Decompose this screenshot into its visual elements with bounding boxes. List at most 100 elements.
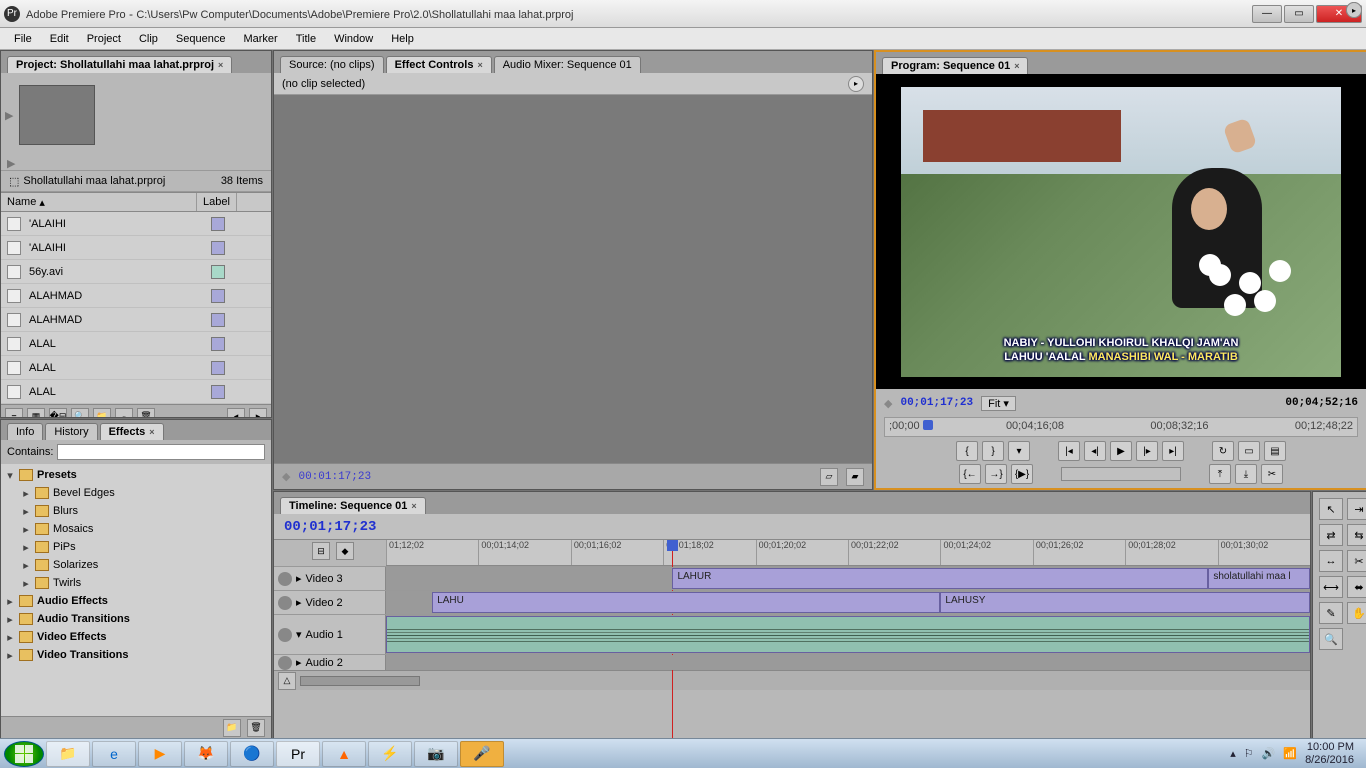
audio-mixer-tab[interactable]: Audio Mixer: Sequence 01 [494, 56, 641, 73]
tree-folder-presets[interactable]: ▾Presets [1, 466, 271, 484]
column-name[interactable]: Name▴ [1, 193, 197, 211]
tray-volume-icon[interactable]: 🔊 [1262, 747, 1276, 760]
menu-clip[interactable]: Clip [131, 31, 166, 47]
track-audio-1[interactable]: ▾Audio 1 [274, 614, 1310, 654]
go-to-in-button[interactable]: |◂ [1058, 441, 1080, 461]
tree-folder-video-effects[interactable]: ▸Video Effects [1, 628, 271, 646]
tray-network-icon[interactable]: 📶 [1283, 747, 1297, 760]
panel-menu-icon[interactable]: ▸ [1346, 2, 1362, 18]
program-video-display[interactable]: NABIY - YULLOHI KHOIRUL KHALQI JAM'AN LA… [876, 74, 1366, 389]
menu-marker[interactable]: Marker [235, 31, 285, 47]
snap-button[interactable]: ⊟ [312, 542, 330, 560]
trim-button[interactable]: ✂ [1261, 464, 1283, 484]
safe-margins-button[interactable]: ▭ [1238, 441, 1260, 461]
delete-button[interactable]: 🗑 [247, 719, 265, 737]
zoom-out-button[interactable]: ▱ [820, 468, 838, 486]
timeline-clip[interactable]: LAHUR [672, 568, 1208, 589]
go-prev-marker-button[interactable]: {← [959, 464, 981, 484]
taskbar-app[interactable]: 📷 [414, 741, 458, 767]
slip-tool[interactable]: ⟷ [1319, 576, 1343, 598]
tray-flag-icon[interactable]: ⚐ [1244, 747, 1254, 760]
timeline-tab[interactable]: Timeline: Sequence 01× [280, 497, 426, 514]
project-item-list[interactable]: 'ALAIHI 'ALAIHI 56y.avi ALAHMAD ALAHMAD … [1, 212, 271, 404]
play-button[interactable]: ▸ [249, 408, 267, 418]
ripple-edit-tool[interactable]: ⇄ [1319, 524, 1343, 546]
track-select-tool[interactable]: ⇥ [1347, 498, 1366, 520]
play-icon[interactable]: ▶ [1, 157, 271, 170]
icon-view-button[interactable]: ▦ [27, 408, 45, 418]
timeline-audio-clip[interactable] [386, 616, 1310, 653]
play-button[interactable]: ▶ [1110, 441, 1132, 461]
go-next-marker-button[interactable]: →} [985, 464, 1007, 484]
list-view-button[interactable]: ≡ [5, 408, 23, 418]
taskbar-ie[interactable]: e [92, 741, 136, 767]
rolling-edit-tool[interactable]: ⇆ [1347, 524, 1366, 546]
effects-search-input[interactable] [57, 444, 265, 460]
taskbar-firefox[interactable]: 🦊 [184, 741, 228, 767]
new-bin-button[interactable]: 📁 [93, 408, 111, 418]
history-tab[interactable]: History [45, 423, 97, 440]
tree-folder[interactable]: ▸Solarizes [1, 556, 271, 574]
timeline-clip[interactable]: sholatullahi maa l [1208, 568, 1310, 589]
loop-button[interactable]: ↻ [1212, 441, 1234, 461]
close-icon[interactable]: × [218, 60, 223, 70]
find-button[interactable]: 🔍 [71, 408, 89, 418]
effect-controls-tab[interactable]: Effect Controls× [386, 56, 492, 73]
effects-tree[interactable]: ▾Presets ▸Bevel Edges ▸Blurs ▸Mosaics ▸P… [1, 464, 271, 716]
project-item[interactable]: ALAL [1, 356, 271, 380]
menu-help[interactable]: Help [383, 31, 422, 47]
step-back-button[interactable]: ◂| [1084, 441, 1106, 461]
info-tab[interactable]: Info [7, 423, 43, 440]
zoom-slider[interactable] [300, 676, 420, 686]
track-audio-2[interactable]: ▸Audio 2 [274, 654, 1310, 670]
project-item[interactable]: 56y.avi [1, 260, 271, 284]
tree-folder[interactable]: ▸Mosaics [1, 520, 271, 538]
effects-tab[interactable]: Effects× [100, 423, 164, 440]
tree-folder[interactable]: ▸Blurs [1, 502, 271, 520]
close-icon[interactable]: × [477, 60, 482, 70]
keyframe-icon[interactable]: ◆ [884, 397, 892, 410]
tree-folder-audio-transitions[interactable]: ▸Audio Transitions [1, 610, 271, 628]
menu-window[interactable]: Window [326, 31, 381, 47]
disclosure-open-icon[interactable]: ▾ [5, 469, 15, 482]
mark-in-button[interactable]: { [956, 441, 978, 461]
timeline-current-timecode[interactable]: 00;01;17;23 [284, 519, 376, 535]
track-mute-icon[interactable] [278, 628, 292, 642]
new-item-button[interactable]: ▫ [115, 408, 133, 418]
taskbar-wmp[interactable]: ▶ [138, 741, 182, 767]
tree-folder[interactable]: ▸PiPs [1, 538, 271, 556]
pen-tool[interactable]: ✎ [1319, 602, 1343, 624]
source-timecode[interactable]: 00:01:17;23 [298, 471, 371, 483]
track-video-2[interactable]: ▸Video 2 LAHU LAHUSY [274, 590, 1310, 614]
tray-show-hidden-icon[interactable]: ▴ [1230, 747, 1236, 760]
menu-edit[interactable]: Edit [42, 31, 77, 47]
zoom-slider-handle[interactable]: △ [278, 672, 296, 690]
program-current-timecode[interactable]: 00;01;17;23 [900, 397, 973, 409]
start-button[interactable] [4, 741, 44, 767]
timeline-clip[interactable]: LAHU [432, 592, 940, 613]
project-item[interactable]: ALAHMAD [1, 308, 271, 332]
tree-folder-video-transitions[interactable]: ▸Video Transitions [1, 646, 271, 664]
automate-button[interactable]: �⊟ [49, 408, 67, 418]
playhead-icon[interactable] [923, 418, 933, 436]
taskbar-explorer[interactable]: 📁 [46, 741, 90, 767]
track-visibility-icon[interactable] [278, 572, 292, 586]
new-bin-button[interactable]: 📁 [223, 719, 241, 737]
tree-folder[interactable]: ▸Bevel Edges [1, 484, 271, 502]
menu-title[interactable]: Title [288, 31, 324, 47]
extract-button[interactable]: ⤓ [1235, 464, 1257, 484]
menu-sequence[interactable]: Sequence [168, 31, 234, 47]
track-mute-icon[interactable] [278, 656, 292, 670]
zoom-in-button[interactable]: ▰ [846, 468, 864, 486]
razor-tool[interactable]: ✂ [1347, 550, 1366, 572]
minimize-button[interactable]: — [1252, 5, 1282, 23]
menu-file[interactable]: File [6, 31, 40, 47]
play-in-out-button[interactable]: {▶} [1011, 464, 1033, 484]
play-icon[interactable]: ▶ [5, 109, 13, 122]
track-video-3[interactable]: ▸Video 3 LAHUR sholatullahi maa l [274, 566, 1310, 590]
set-marker-button[interactable]: ▾ [1008, 441, 1030, 461]
source-tab[interactable]: Source: (no clips) [280, 56, 384, 73]
project-item[interactable]: ALAL [1, 380, 271, 404]
tree-folder-audio-effects[interactable]: ▸Audio Effects [1, 592, 271, 610]
output-button[interactable]: ▤ [1264, 441, 1286, 461]
